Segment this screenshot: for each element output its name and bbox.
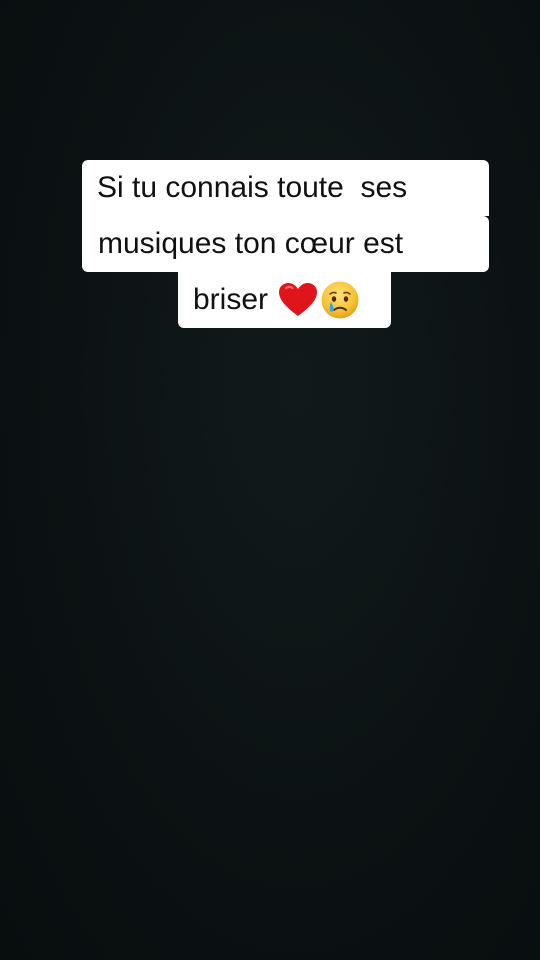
caption-line-2: musiques ton cœur est <box>82 216 489 272</box>
caption-line-3: briser <box>178 272 391 328</box>
caption-line-1: Si tu connais toute ses <box>82 160 489 216</box>
red-heart-icon <box>279 283 318 316</box>
caption-line-3-text: briser <box>193 283 269 316</box>
emoji-group <box>278 280 360 320</box>
video-background: Si tu connais toute ses musiques ton cœu… <box>0 0 540 960</box>
crying-face-icon <box>321 281 359 319</box>
